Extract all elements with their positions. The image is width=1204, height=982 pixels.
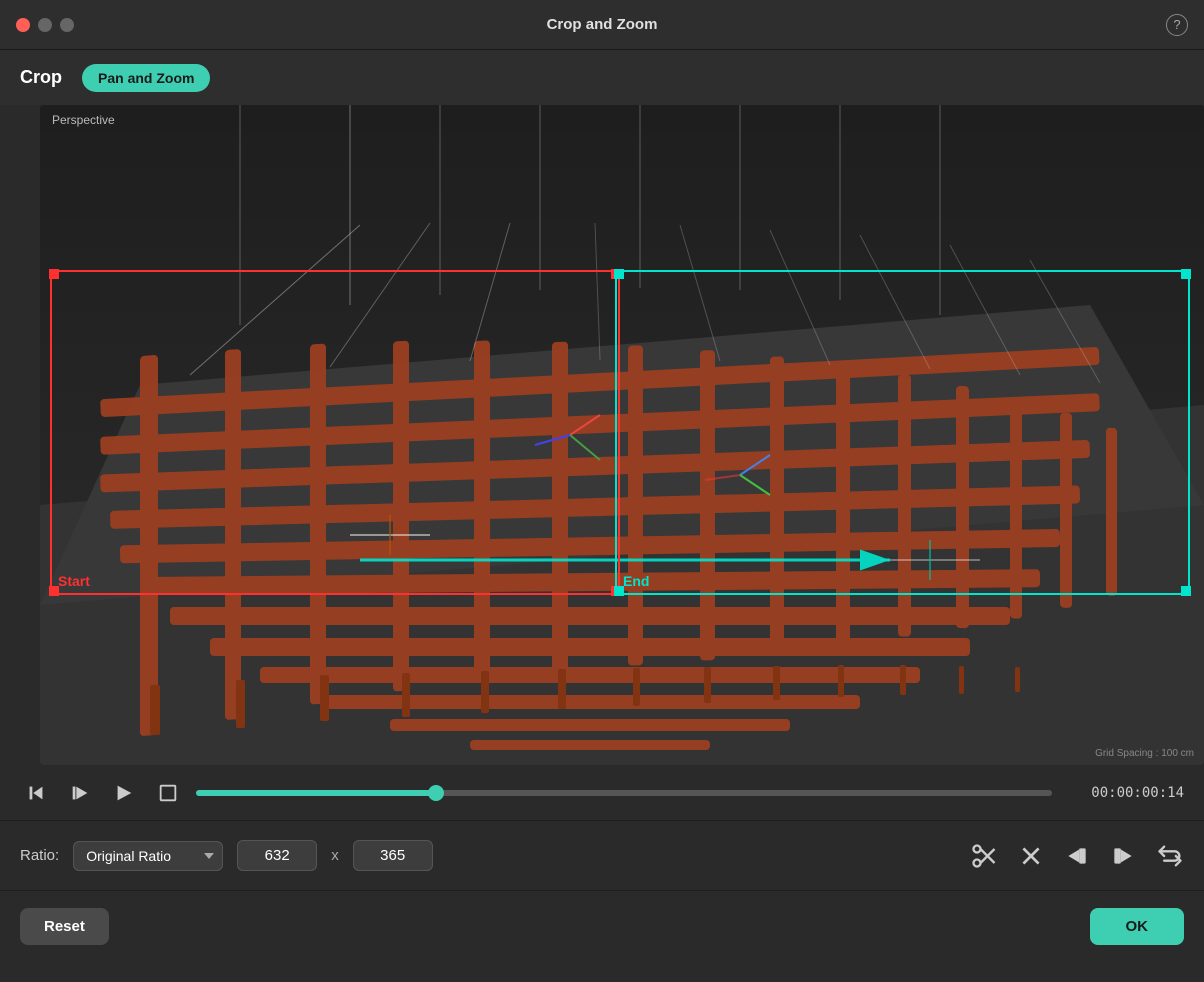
- stop-button[interactable]: [152, 777, 184, 809]
- tab-bar: Crop Pan and Zoom: [0, 50, 1204, 105]
- ratio-bar: Ratio: Original Ratio 16:9 4:3 1:1 Custo…: [0, 820, 1204, 890]
- minimize-button[interactable]: [38, 18, 52, 32]
- height-input[interactable]: [353, 840, 433, 871]
- clear-icon[interactable]: [1018, 843, 1044, 869]
- grid-spacing-label: Grid Spacing : 100 cm: [1095, 748, 1194, 759]
- align-right-icon[interactable]: [1064, 843, 1090, 869]
- perspective-label: Perspective: [52, 113, 115, 127]
- swap-icon[interactable]: [1156, 842, 1184, 870]
- step-back-button[interactable]: [20, 777, 52, 809]
- width-input[interactable]: [237, 840, 317, 871]
- dimension-separator: x: [331, 847, 339, 864]
- title-bar: Crop and Zoom ?: [0, 0, 1204, 50]
- maximize-button[interactable]: [60, 18, 74, 32]
- ratio-icon-controls: [970, 842, 1184, 870]
- viewport: Perspective Grid Spacing : 100 cm Start …: [40, 105, 1204, 765]
- progress-bar[interactable]: [196, 790, 1052, 796]
- playback-controls: 00:00:00:14: [0, 765, 1204, 820]
- play-from-start-button[interactable]: [64, 777, 96, 809]
- scene-canvas: [40, 105, 1204, 765]
- tab-pan-zoom[interactable]: Pan and Zoom: [82, 64, 210, 92]
- window-controls: [16, 18, 74, 32]
- ratio-label: Ratio:: [20, 847, 59, 864]
- close-button[interactable]: [16, 18, 30, 32]
- help-icon[interactable]: ?: [1166, 14, 1188, 36]
- ok-button[interactable]: OK: [1090, 908, 1185, 945]
- play-button[interactable]: [108, 777, 140, 809]
- action-bar: Reset OK: [0, 890, 1204, 962]
- time-display: 00:00:00:14: [1064, 785, 1184, 801]
- ratio-select[interactable]: Original Ratio 16:9 4:3 1:1 Custom: [73, 841, 223, 871]
- reset-button[interactable]: Reset: [20, 908, 109, 945]
- cut-icon[interactable]: [970, 842, 998, 870]
- window-title: Crop and Zoom: [547, 16, 658, 33]
- tab-crop[interactable]: Crop: [20, 63, 62, 92]
- progress-fill: [196, 790, 436, 796]
- align-left-icon[interactable]: [1110, 843, 1136, 869]
- progress-thumb[interactable]: [428, 785, 444, 801]
